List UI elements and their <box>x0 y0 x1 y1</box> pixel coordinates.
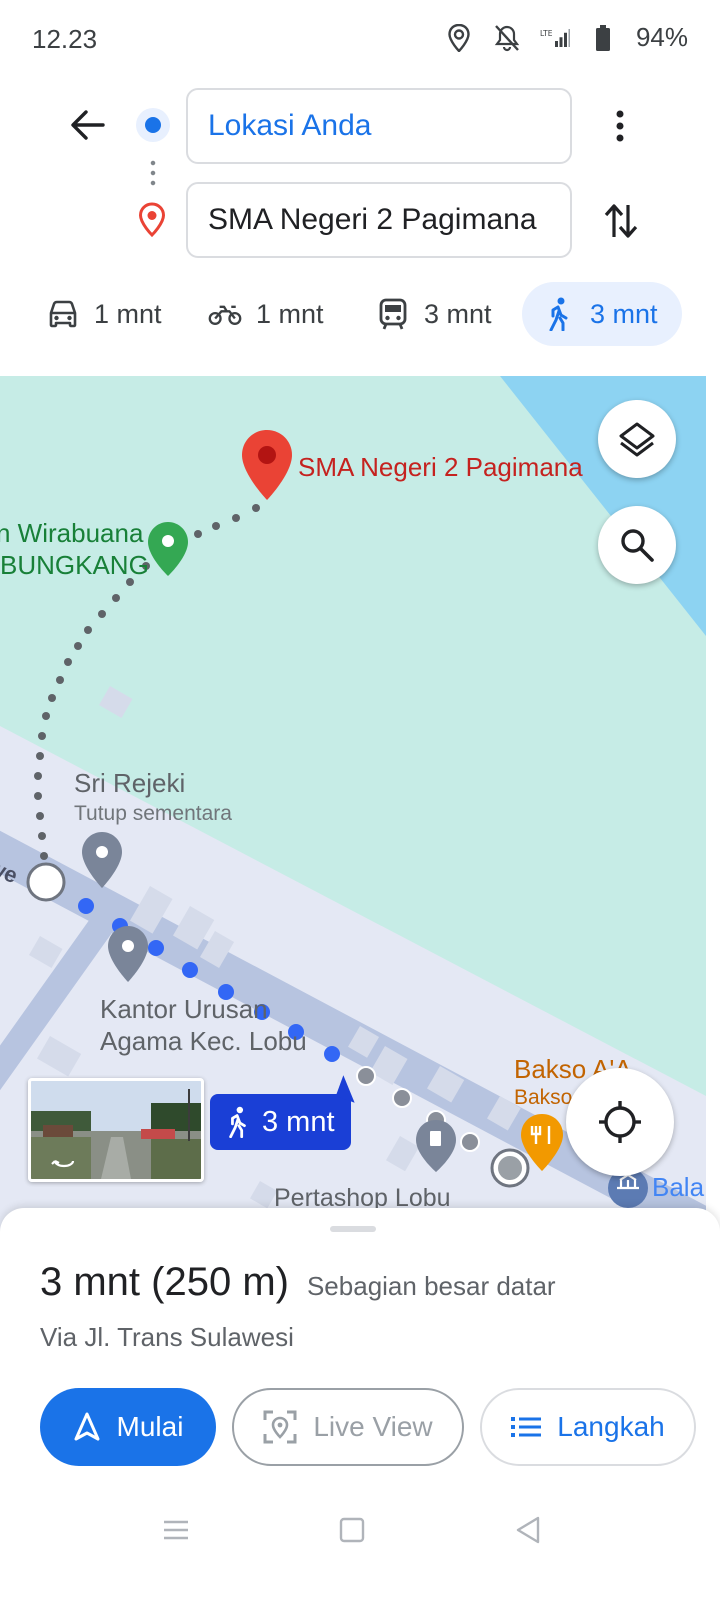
route-terrain: Sebagian besar datar <box>306 1271 556 1301</box>
mode-motorcycle-label: 1 mnt <box>256 298 324 329</box>
swap-vert-icon <box>604 204 638 238</box>
mode-motorcycle[interactable]: 1 mnt <box>188 282 344 346</box>
walk-icon <box>542 297 576 331</box>
mode-walk-label: 3 mnt <box>590 298 658 329</box>
steps-button[interactable]: Langkah <box>480 1388 696 1466</box>
swap-button[interactable] <box>596 196 646 246</box>
menu-lines-icon <box>164 1520 188 1540</box>
origin-dot-icon <box>136 108 170 142</box>
more-vert-icon <box>616 110 624 142</box>
back-button[interactable] <box>62 100 112 150</box>
arrow-back-icon <box>71 110 105 140</box>
square-home-icon <box>339 1517 365 1543</box>
steps-button-label: Langkah <box>557 1411 665 1442</box>
map-place-label[interactable]: Agama Kec. Lobu <box>100 1026 307 1057</box>
map-place-label[interactable]: Sri Rejeki <box>74 768 185 799</box>
start-button[interactable]: Mulai <box>40 1388 216 1466</box>
route-eta-label: 3 mnt <box>262 1105 335 1138</box>
lte-signal-icon: LTE <box>540 23 570 53</box>
layers-icon <box>619 422 655 457</box>
mode-drive-label: 1 mnt <box>94 298 162 329</box>
motorcycle-icon <box>208 297 242 331</box>
drag-handle[interactable] <box>330 1226 376 1232</box>
battery-icon <box>588 23 618 53</box>
mode-walk[interactable]: 3 mnt <box>522 282 682 346</box>
car-icon <box>46 297 80 331</box>
status-icons: LTE 94% <box>444 22 688 53</box>
live-view-button[interactable]: Live View <box>232 1388 464 1466</box>
street-view-thumbnail[interactable] <box>28 1078 204 1182</box>
crosshair-icon <box>599 1101 641 1143</box>
layers-button[interactable] <box>598 400 676 478</box>
recents-button[interactable] <box>156 1510 196 1550</box>
destination-pin-marker <box>242 430 292 500</box>
map-place-label[interactable]: Kantor Urusan <box>100 994 268 1025</box>
origin-field[interactable]: Lokasi Anda <box>186 88 572 164</box>
route-via: Via Jl. Trans Sulawesi <box>40 1322 294 1352</box>
mute-icon <box>492 23 522 53</box>
mode-transit[interactable]: 3 mnt <box>356 282 512 346</box>
battery-percent: 94% <box>635 22 688 52</box>
destination-field[interactable]: SMA Negeri 2 Pagimana <box>186 182 572 258</box>
route-eta-bubble[interactable]: 3 mnt <box>210 1094 351 1150</box>
status-bar: 12.23 LTE 94% <box>0 0 720 80</box>
map-place-status: Tutup sementara <box>74 802 232 825</box>
live-view-icon <box>263 1410 297 1444</box>
walk-icon <box>229 1106 246 1138</box>
map-place-label[interactable]: Bala <box>652 1172 704 1203</box>
mode-drive[interactable]: 1 mnt <box>26 282 182 346</box>
system-nav-bar <box>0 1490 720 1560</box>
list-icon <box>511 1417 542 1437</box>
map-place-category: Bakso <box>514 1086 573 1109</box>
my-location-button[interactable] <box>566 1068 674 1176</box>
search-along-route-button[interactable] <box>598 506 676 584</box>
map-destination-label[interactable]: SMA Negeri 2 Pagimana <box>298 452 583 483</box>
search-icon <box>621 529 654 562</box>
home-button[interactable] <box>332 1510 372 1550</box>
map-view[interactable]: SMA Negeri 2 Pagimana n Wirabuana BUNGKA… <box>0 376 706 1236</box>
travel-mode-tabs: 1 mnt 1 mnt 3 mnt 3 mnt <box>0 282 720 346</box>
map-place-label[interactable]: BUNGKANG <box>0 550 149 581</box>
street-view-image <box>31 1081 201 1179</box>
destination-pin-icon <box>136 202 168 238</box>
transit-icon <box>376 297 410 331</box>
live-view-button-label: Live View <box>313 1411 433 1442</box>
status-time: 12.23 <box>32 24 98 54</box>
route-duration: 3 mnt (250 m) <box>40 1260 289 1304</box>
system-back-button[interactable] <box>508 1510 548 1550</box>
navigation-arrow-icon <box>74 1412 100 1441</box>
location-icon <box>444 23 474 53</box>
route-connector-dots <box>150 158 156 190</box>
svg-text:LTE: LTE <box>540 28 553 37</box>
route-summary: 3 mnt (250 m) Sebagian besar datar <box>40 1260 556 1305</box>
map-place-label[interactable]: n Wirabuana <box>0 518 143 549</box>
mode-transit-label: 3 mnt <box>424 298 492 329</box>
start-button-label: Mulai <box>116 1411 184 1442</box>
triangle-back-icon <box>516 1516 540 1544</box>
more-options-button[interactable] <box>600 104 640 148</box>
